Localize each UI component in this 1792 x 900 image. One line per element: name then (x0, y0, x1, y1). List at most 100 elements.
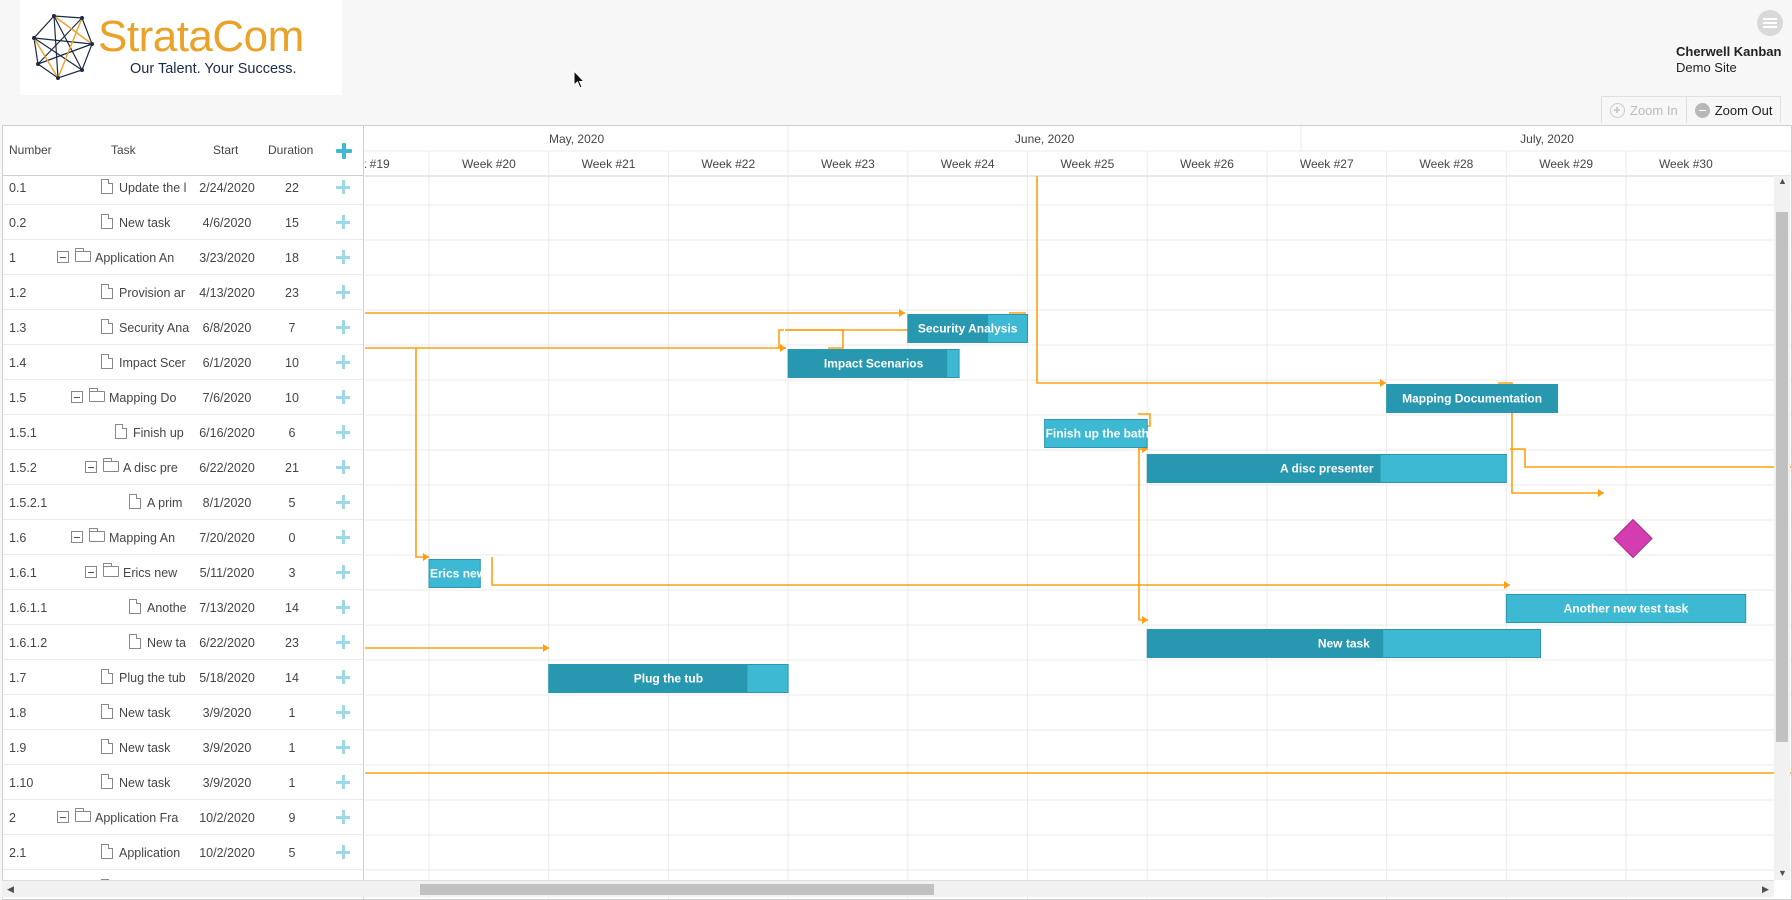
vertical-scrollbar[interactable]: ▲ ▼ (1774, 176, 1790, 880)
collapse-toggle-icon[interactable] (57, 251, 69, 263)
add-subtask-plus-icon[interactable] (335, 529, 351, 545)
task-name[interactable]: New ta (147, 636, 186, 650)
add-subtask-plus-icon[interactable] (335, 424, 351, 440)
task-row[interactable]: 1.5.2 A disc pre 6/22/2020 21 (3, 450, 363, 485)
add-subtask-plus-icon[interactable] (335, 599, 351, 615)
task-name[interactable]: Mapping Do (109, 391, 176, 405)
task-row[interactable]: 2 Application Fra 10/2/2020 9 (3, 800, 363, 835)
task-row[interactable]: 1.5.1 Finish up 6/16/2020 6 (3, 415, 363, 450)
vertical-scroll-thumb[interactable] (1776, 212, 1788, 742)
add-task-plus-icon[interactable] (335, 142, 353, 160)
scroll-up-arrow-icon[interactable]: ▲ (1778, 176, 1787, 186)
timeline-chart[interactable]: May, 2020 June, 2020 July, 2020 k #19 Week #… (365, 126, 1792, 899)
task-name[interactable]: Security Ana (119, 321, 189, 335)
add-subtask-plus-icon[interactable] (335, 494, 351, 510)
task-duration: 10 (285, 391, 299, 405)
dependency-link[interactable] (491, 557, 1510, 586)
hamburger-menu-icon[interactable] (1757, 10, 1783, 36)
file-icon (101, 739, 113, 754)
task-name[interactable]: Impact Scer (119, 356, 186, 370)
collapse-toggle-icon[interactable] (71, 531, 83, 543)
add-subtask-plus-icon[interactable] (335, 564, 351, 580)
collapse-toggle-icon[interactable] (85, 566, 97, 578)
task-row[interactable]: 1 Application An 3/23/2020 18 (3, 240, 363, 275)
week-label: Week #27 (1300, 157, 1354, 171)
column-header-duration[interactable]: Duration (268, 143, 313, 157)
add-subtask-plus-icon[interactable] (335, 214, 351, 230)
add-subtask-plus-icon[interactable] (335, 459, 351, 475)
milestone-marker[interactable] (1613, 518, 1653, 559)
dependency-link[interactable] (415, 348, 429, 558)
task-name[interactable]: New task (119, 706, 170, 720)
user-name: Cherwell Kanban (1676, 44, 1782, 59)
task-row[interactable]: 1.5 Mapping Do 7/6/2020 10 (3, 380, 363, 415)
task-start-date: 7/13/2020 (199, 601, 255, 615)
add-subtask-plus-icon[interactable] (335, 354, 351, 370)
task-row[interactable]: 0.2 New task 4/6/2020 15 (3, 205, 363, 240)
add-subtask-plus-icon[interactable] (335, 179, 351, 195)
add-subtask-plus-icon[interactable] (335, 844, 351, 860)
task-name[interactable]: New task (119, 776, 170, 790)
task-name[interactable]: Application An (95, 251, 174, 265)
task-name[interactable]: Anothe (147, 601, 187, 615)
task-row[interactable]: 1.2 Provision ar 4/13/2020 23 (3, 275, 363, 310)
collapse-toggle-icon[interactable] (85, 461, 97, 473)
task-row[interactable]: 1.6.1.1 Anothe 7/13/2020 14 (3, 590, 363, 625)
scroll-down-arrow-icon[interactable]: ▼ (1778, 868, 1787, 878)
scroll-left-arrow-icon[interactable]: ◀ (7, 884, 14, 895)
collapse-toggle-icon[interactable] (57, 811, 69, 823)
task-row[interactable]: 1.5.2.1 A prim 8/1/2020 5 (3, 485, 363, 520)
task-name[interactable]: Provision ar (119, 286, 185, 300)
add-subtask-plus-icon[interactable] (335, 319, 351, 335)
zoom-out-button[interactable]: Zoom Out (1686, 97, 1781, 123)
horizontal-scrollbar[interactable]: ◀ ▶ (2, 880, 1774, 897)
add-subtask-plus-icon[interactable] (335, 669, 351, 685)
task-name[interactable]: Erics new (123, 566, 177, 580)
collapse-toggle-icon[interactable] (71, 391, 83, 403)
task-row[interactable]: 2.1 Application 10/2/2020 5 (3, 835, 363, 870)
task-name[interactable]: Application (119, 846, 180, 860)
task-duration: 7 (288, 321, 296, 335)
task-name[interactable]: Mapping An (109, 531, 175, 545)
task-name[interactable]: Finish up (133, 426, 184, 440)
task-row[interactable]: 1.9 New task 3/9/2020 1 (3, 730, 363, 765)
add-subtask-plus-icon[interactable] (335, 389, 351, 405)
task-name[interactable]: Application Fra (95, 811, 178, 825)
column-header-number[interactable]: Number (9, 143, 52, 157)
dependency-link[interactable] (1036, 176, 1386, 384)
company-logo[interactable]: StrataCom Our Talent. Your Success. (20, 0, 342, 95)
add-subtask-plus-icon[interactable] (335, 634, 351, 650)
dependency-link[interactable] (1510, 448, 1792, 468)
task-name[interactable]: New task (119, 216, 170, 230)
add-subtask-plus-icon[interactable] (335, 704, 351, 720)
task-row[interactable]: 1.7 Plug the tub 5/18/2020 14 (3, 660, 363, 695)
task-duration: 3 (288, 566, 296, 580)
task-row[interactable]: 1.3 Security Ana 6/8/2020 7 (3, 310, 363, 345)
task-number: 1.7 (9, 671, 27, 685)
zoom-in-button[interactable]: Zoom In (1602, 97, 1687, 123)
task-row[interactable]: 1.8 New task 3/9/2020 1 (3, 695, 363, 730)
task-row[interactable]: 1.4 Impact Scer 6/1/2020 10 (3, 345, 363, 380)
task-row[interactable]: 1.6 Mapping An 7/20/2020 0 (3, 520, 363, 555)
task-row[interactable]: 1.10 New task 3/9/2020 1 (3, 765, 363, 800)
add-subtask-plus-icon[interactable] (335, 739, 351, 755)
add-subtask-plus-icon[interactable] (335, 809, 351, 825)
add-subtask-plus-icon[interactable] (335, 774, 351, 790)
task-name[interactable]: A disc pre (123, 461, 178, 475)
column-header-start[interactable]: Start (213, 143, 238, 157)
task-start-date: 3/9/2020 (202, 776, 252, 790)
dependency-link[interactable] (1138, 426, 1148, 621)
scroll-right-arrow-icon[interactable]: ▶ (1762, 884, 1769, 895)
add-subtask-plus-icon[interactable] (335, 249, 351, 265)
task-name[interactable]: Plug the tub (119, 671, 186, 685)
task-duration: 18 (285, 251, 299, 265)
task-name[interactable]: A prim (147, 496, 182, 510)
task-row[interactable]: 1.6.1 Erics new 5/11/2020 3 (3, 555, 363, 590)
add-subtask-plus-icon[interactable] (335, 284, 351, 300)
timeline-svg[interactable]: May, 2020 June, 2020 July, 2020 k #19 Week #… (365, 126, 1792, 899)
task-name[interactable]: Update the l (119, 181, 186, 195)
task-row[interactable]: 1.6.1.2 New ta 6/22/2020 23 (3, 625, 363, 660)
column-header-task[interactable]: Task (111, 143, 136, 157)
task-name[interactable]: New task (119, 741, 170, 755)
horizontal-scroll-thumb[interactable] (420, 884, 934, 895)
